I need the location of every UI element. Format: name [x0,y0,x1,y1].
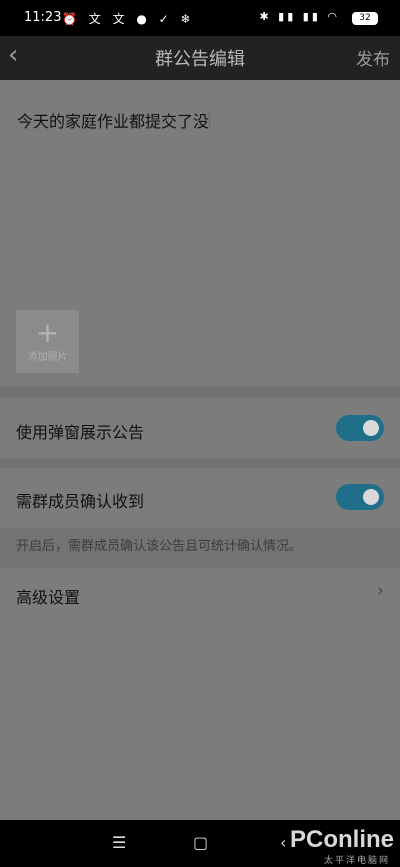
confirm-setting-row: 需群成员确认收到 [0,468,400,528]
chevron-right-icon: › [376,580,384,601]
advanced-settings-row[interactable]: 高级设置 › [0,568,400,620]
status-bar: 11:23 ⏰ 文 文 ● ✓ ❄ ✱ ▮▮ ▮▮ ◠ 32 [0,0,400,36]
divider [0,458,400,468]
announcement-text-input[interactable]: 今天的家庭作业都提交了没 [17,108,211,132]
popup-setting-label: 使用弹窗展示公告 [16,423,145,442]
home-icon[interactable]: ▢ [193,833,208,852]
announcement-text: 今天的家庭作业都提交了没 [17,112,210,131]
popup-setting-row: 使用弹窗展示公告 [0,398,400,458]
system-nav-bar: ☰ ▢ ‹ PConline 太平洋电脑网 [0,820,400,867]
watermark-logo: PConline [289,826,394,853]
nav-bar: ‹ 群公告编辑 发布 [0,36,400,80]
confirm-setting-label: 需群成员确认收到 [16,492,145,511]
publish-button[interactable]: 发布 [356,45,390,70]
confirm-toggle[interactable] [336,484,384,510]
plus-icon: + [35,316,60,349]
add-photo-label: 添加照片 [27,352,68,363]
page-title: 群公告编辑 [155,49,245,70]
notification-icons: ⏰ 文 文 ● ✓ ❄ [62,12,195,26]
menu-icon[interactable]: ☰ [112,833,126,852]
watermark-subtitle: 太平洋电脑网 [323,856,390,866]
back-nav-icon[interactable]: ‹ [280,833,286,852]
popup-toggle[interactable] [336,415,384,441]
toggle-knob [363,489,379,505]
toggle-knob [363,420,379,436]
add-photo-button[interactable]: + 添加照片 [16,310,79,373]
text-caret [209,112,211,130]
confirm-hint: 开启后，需群成员确认该公告且可统计确认情况。 [16,539,303,554]
battery-icon: 32 [352,12,378,25]
signal-icons: ✱ ▮▮ ▮▮ ◠ [259,10,340,23]
announcement-editor[interactable]: 今天的家庭作业都提交了没 + 添加照片 [0,80,400,386]
status-time: 11:23 [24,10,62,25]
advanced-settings-label: 高级设置 [16,588,81,607]
divider [0,386,400,398]
